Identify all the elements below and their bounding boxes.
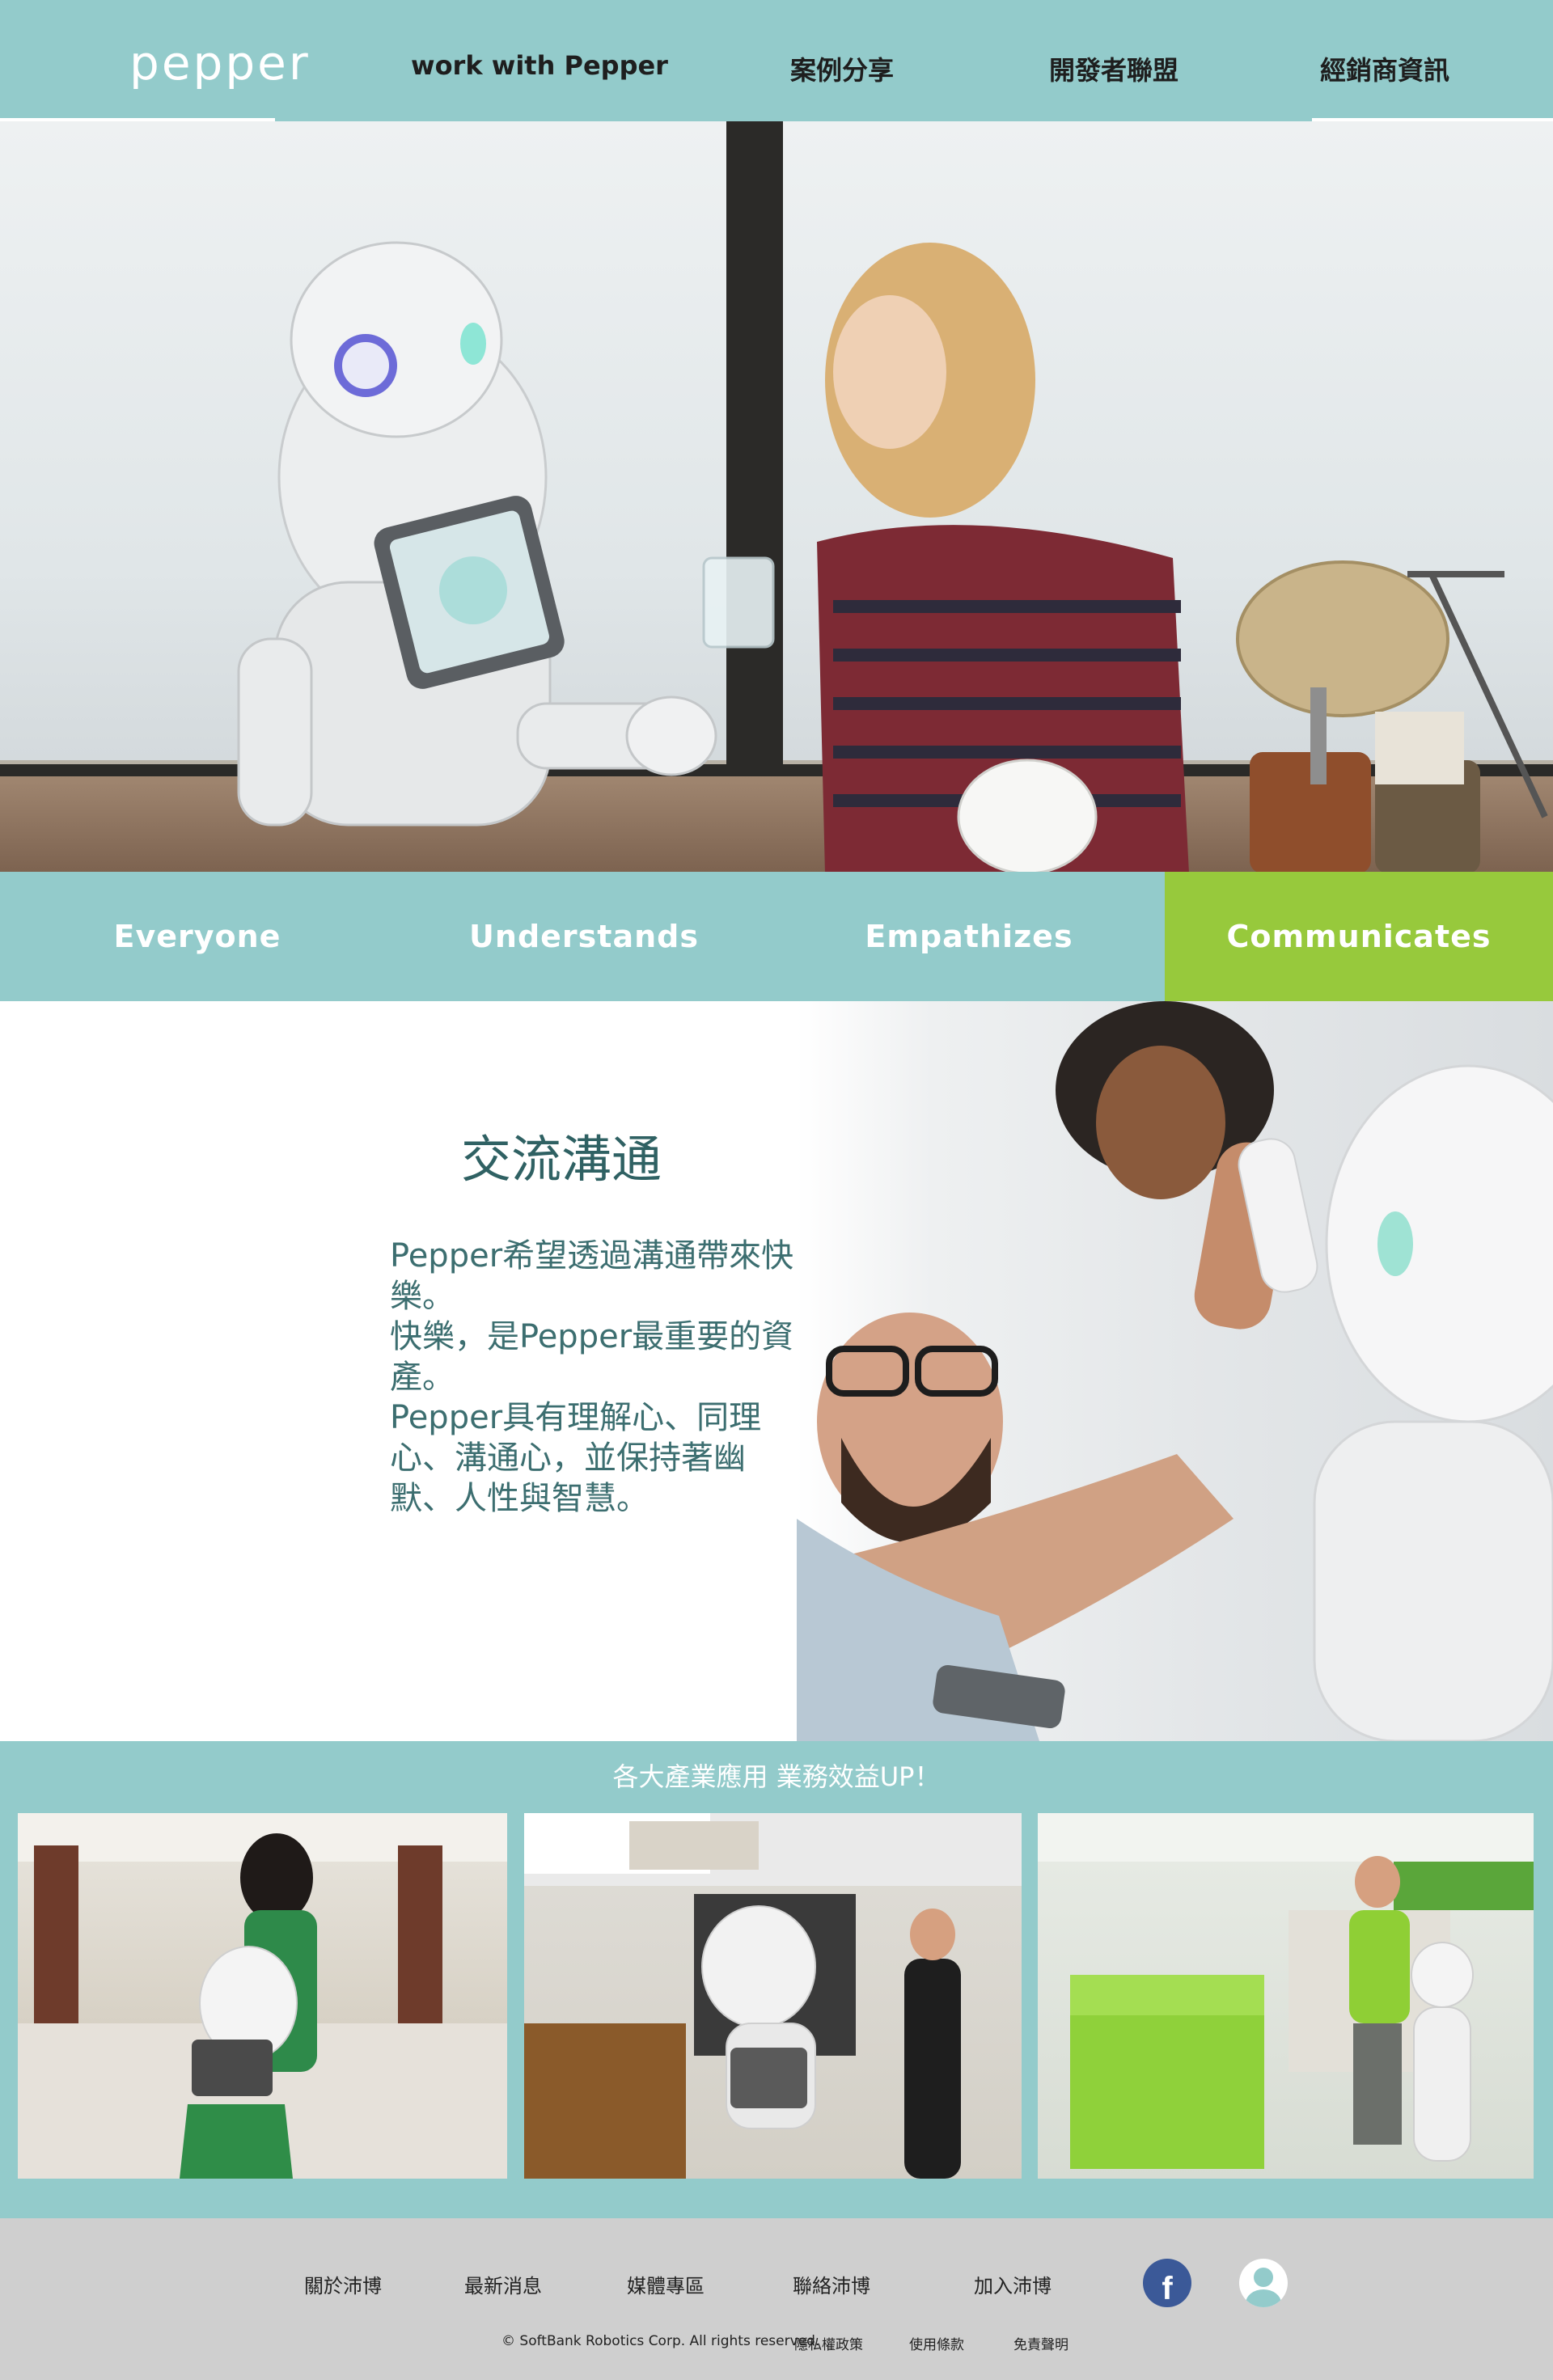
footer-terms-link[interactable]: 使用條款 (909, 2333, 964, 2353)
feature-line: Pepper希望透過溝通帶來快樂。 (390, 1237, 794, 1315)
tab-everyone[interactable]: Everyone (0, 872, 395, 1001)
tab-communicates[interactable]: Communicates (1165, 872, 1553, 1001)
feature-section: 交流溝通 Pepper希望透過溝通帶來快樂。 快樂，是Pepper最重要的資產。… (0, 1001, 1553, 1741)
feature-line: Pepper具有理解心、同理心、溝通心，並保持著幽默、人性與智慧。 (390, 1399, 762, 1517)
feature-title: 交流溝通 (461, 1130, 662, 1189)
feature-tabs: Everyone Understands Empathizes Communic… (0, 872, 1553, 1001)
high-five-illustration (797, 1001, 1553, 1741)
hero-image (0, 121, 1553, 872)
nav-developer-alliance[interactable]: 開發者聯盟 (1049, 50, 1179, 87)
footer-link-about[interactable]: 關於沛博 (304, 2270, 382, 2298)
footer-link-news[interactable]: 最新消息 (464, 2270, 542, 2298)
nav-work-with-pepper[interactable]: work with Pepper (411, 50, 668, 81)
case-bank-lobby[interactable] (18, 1813, 507, 2179)
case-retail-illustration (524, 1813, 1022, 2179)
case-telecom-illustration (1038, 1813, 1534, 2169)
footer-link-contact[interactable]: 聯絡沛博 (793, 2270, 870, 2298)
footer-link-media[interactable]: 媒體專區 (627, 2270, 705, 2298)
tab-empathizes[interactable]: Empathizes (773, 872, 1165, 1001)
user-account-icon[interactable] (1239, 2259, 1288, 2307)
case-retail-store[interactable] (524, 1813, 1022, 2179)
site-footer (0, 2218, 1553, 2380)
nav-dealer-info[interactable]: 經銷商資訊 (1320, 50, 1449, 87)
footer-disclaimer-link[interactable]: 免責聲明 (1013, 2333, 1068, 2353)
facebook-icon[interactable]: f (1143, 2259, 1191, 2307)
cases-title: 各大產業應用 業務效益UP！ (612, 1761, 941, 1792)
case-telecom-shop[interactable] (1038, 1813, 1534, 2179)
nav-case-sharing[interactable]: 案例分享 (790, 50, 894, 87)
footer-link-join[interactable]: 加入沛博 (974, 2270, 1052, 2298)
user-silhouette-icon (1246, 2268, 1281, 2307)
feature-description: Pepper希望透過溝通帶來快樂。 快樂，是Pepper最重要的資產。 Pepp… (390, 1236, 794, 1519)
pepper-logo[interactable]: pepper (129, 36, 311, 91)
high-five-photo (797, 1001, 1553, 1741)
copyright-text: © SoftBank Robotics Corp. All rights res… (501, 2333, 820, 2349)
footer-privacy-link[interactable]: 隱私權政策 (794, 2333, 863, 2353)
top-navigation: pepper work with Pepper 案例分享 開發者聯盟 經銷商資訊 (0, 0, 1553, 121)
tab-understands[interactable]: Understands (395, 872, 773, 1001)
feature-line: 快樂，是Pepper最重要的資產。 (390, 1318, 794, 1396)
case-bank-illustration (18, 1813, 507, 2179)
hero-illustration (237, 241, 1548, 872)
